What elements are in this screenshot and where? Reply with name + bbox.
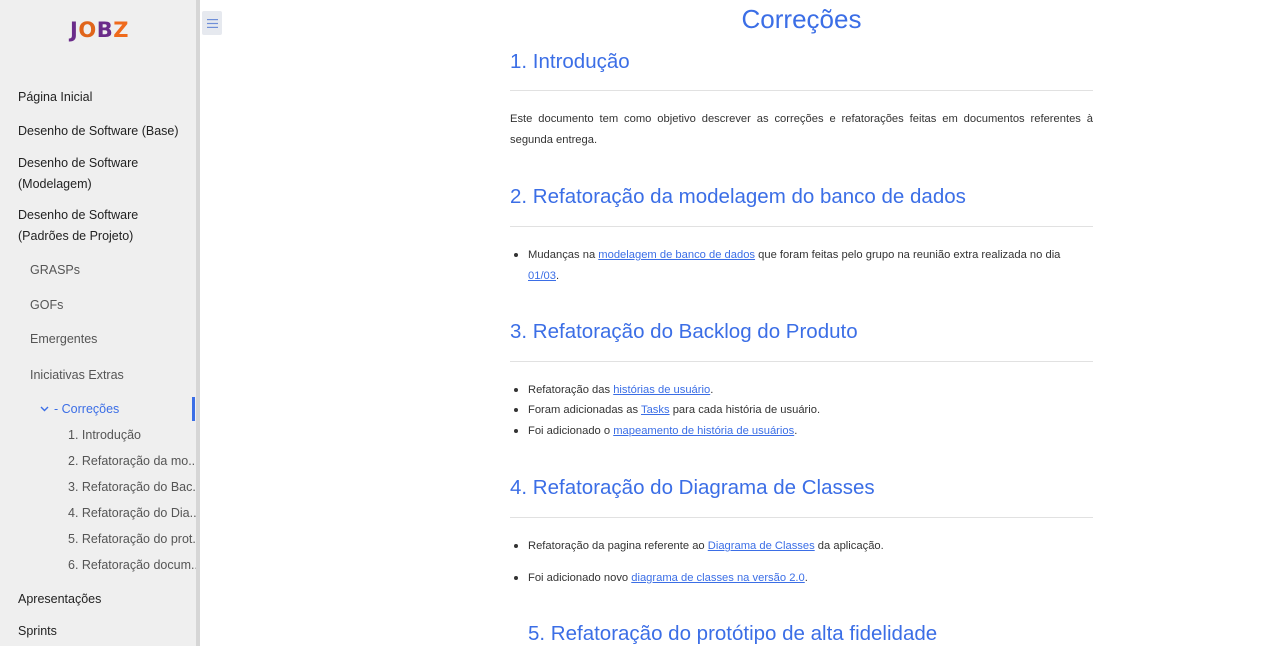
data-0103-link[interactable]: 01/03 (528, 270, 556, 282)
section-heading-modelagem: 2. Refatoração da modelagem do banco de … (510, 185, 966, 208)
list-item-text: da aplicação. (814, 540, 884, 552)
diagrama-classes-link[interactable]: Diagrama de Classes (708, 540, 815, 552)
page-title: Correções (741, 4, 862, 34)
list-item: Mudanças na modelagem de banco de dados … (514, 245, 1093, 286)
diagrama-classes-v2-link[interactable]: diagrama de classes na versão 2.0 (631, 572, 805, 584)
list-item-text: . (710, 384, 714, 396)
divider (510, 90, 1093, 91)
list-item: Refatoração das histórias de usuário. (514, 380, 1093, 401)
list-item-text: que foram feitas pelo grupo na reunião e… (755, 249, 1061, 261)
section-heading-introducao: 1. Introdução (510, 50, 630, 73)
section-heading-backlog: 3. Refatoração do Backlog do Produto (510, 320, 858, 343)
list-item-text: Mudanças na (528, 249, 599, 261)
section-heading-prototipo: 5. Refatoração do protótipo de alta fide… (528, 622, 938, 645)
divider (510, 517, 1093, 518)
list-item-text: . (804, 572, 808, 584)
list-item: Foi adicionado o mapeamento de história … (514, 421, 1093, 442)
divider (510, 361, 1093, 362)
list-item: Foram adicionadas as Tasks para cada his… (514, 400, 1093, 421)
divider (510, 226, 1093, 227)
list-item-text: Foi adicionado o (528, 425, 614, 437)
section-heading-diagrama: 4. Refatoração do Diagrama de Classes (510, 476, 875, 499)
historias-usuario-link[interactable]: histórias de usuário (613, 384, 710, 396)
list-item-text: . (556, 269, 560, 282)
tasks-link[interactable]: Tasks (641, 404, 670, 416)
list-item: Foi adicionado novo diagrama de classes … (514, 568, 1093, 589)
list-item-text: Foram adicionadas as (528, 404, 641, 416)
list-item-text: . (794, 425, 798, 437)
list-item-text: Foi adicionado novo (528, 572, 632, 584)
mapeamento-historia-link[interactable]: mapeamento de história de usuários (613, 425, 794, 437)
list-item: Refatoração da pagina referente ao Diagr… (514, 536, 1093, 557)
intro-paragraph: Este documento tem como objetivo descrev… (510, 113, 1093, 146)
modelagem-banco-link[interactable]: modelagem de banco de dados (598, 249, 755, 261)
main-content: Correções 1. Introdução Este documento t… (0, 0, 1280, 646)
list-item-text: Refatoração da pagina referente ao (528, 540, 708, 552)
list-item-text: Refatoração das (528, 384, 614, 396)
list-item-text: para cada história de usuário. (669, 404, 821, 416)
